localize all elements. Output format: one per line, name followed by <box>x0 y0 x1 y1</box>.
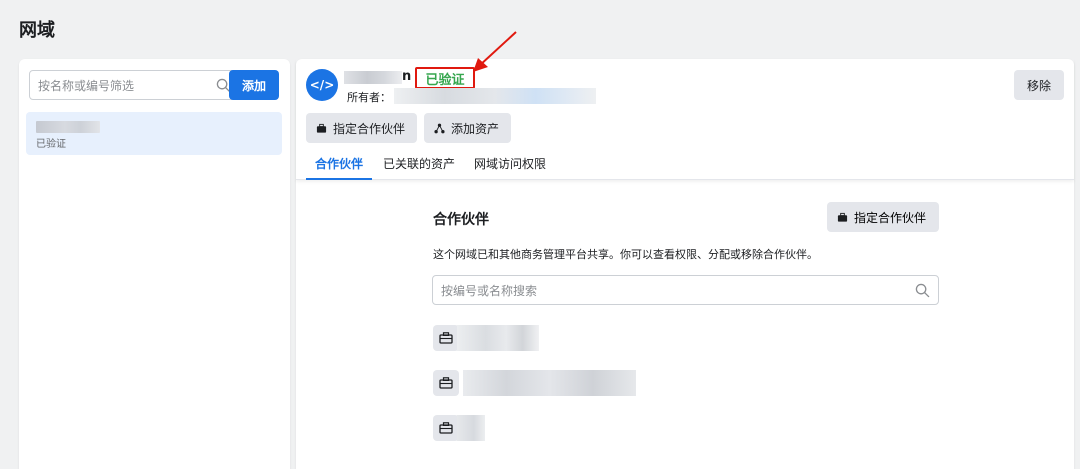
add-asset-button[interactable]: 添加资产 <box>424 113 511 143</box>
assign-partner-button[interactable]: 指定合作伙伴 <box>306 113 417 143</box>
domain-filter-field[interactable] <box>29 70 240 100</box>
verified-status-badge: 已验证 <box>415 67 475 89</box>
remove-button[interactable]: 移除 <box>1014 70 1064 100</box>
domain-status-label: 已验证 <box>36 139 66 150</box>
partner-search-field[interactable] <box>432 275 939 305</box>
redacted-partner-name <box>457 415 485 441</box>
partner-briefcase-icon <box>433 415 459 441</box>
tab-domain-access[interactable]: 网域访问权限 <box>474 155 546 180</box>
briefcase-icon <box>316 123 327 133</box>
assign-partner-label-secondary: 指定合作伙伴 <box>854 210 927 225</box>
asset-nodes-icon <box>434 123 445 133</box>
tab-linked-assets[interactable]: 已关联的资产 <box>383 155 455 180</box>
redacted-partner-name <box>457 325 539 351</box>
domain-detail-panel: </> n 已验证 所有者： 移除 指定合作伙伴 添加资产 合作伙伴 已关联的资… <box>296 59 1074 469</box>
domain-list-item[interactable]: 已验证 <box>26 112 282 155</box>
tab-partners[interactable]: 合作伙伴 <box>306 155 372 180</box>
redacted-partner-name <box>463 370 636 396</box>
domain-header: </> n 已验证 所有者： 移除 指定合作伙伴 添加资产 合作伙伴 已关联的资… <box>296 59 1074 180</box>
partners-section-title: 合作伙伴 <box>433 212 489 228</box>
domain-filter-input[interactable] <box>38 77 198 95</box>
domain-list-panel: 添加 已验证 <box>19 59 290 469</box>
partner-list-item[interactable] <box>433 415 943 445</box>
redacted-domain-title <box>344 71 402 84</box>
partners-description: 这个网域已和其他商务管理平台共享。你可以查看权限、分配或移除合作伙伴。 <box>433 248 818 261</box>
annotation-arrow-icon <box>473 31 517 72</box>
code-icon: </> <box>306 69 338 101</box>
assign-partner-label: 指定合作伙伴 <box>333 121 406 136</box>
page-title: 网域 <box>19 20 55 41</box>
redacted-domain-name <box>36 121 100 133</box>
owner-label: 所有者： <box>347 91 391 104</box>
search-icon <box>915 283 930 298</box>
partner-list-item[interactable] <box>433 325 943 355</box>
partner-briefcase-icon <box>433 370 459 396</box>
partner-search-input[interactable] <box>441 282 881 300</box>
add-domain-button[interactable]: 添加 <box>229 70 279 100</box>
briefcase-icon <box>837 212 848 222</box>
assign-partner-button-secondary[interactable]: 指定合作伙伴 <box>827 202 939 232</box>
partner-list-item[interactable] <box>433 370 943 400</box>
domain-title-suffix: n <box>402 69 412 84</box>
redacted-owner <box>394 88 596 104</box>
add-asset-label: 添加资产 <box>451 121 500 136</box>
partner-briefcase-icon <box>433 325 459 351</box>
